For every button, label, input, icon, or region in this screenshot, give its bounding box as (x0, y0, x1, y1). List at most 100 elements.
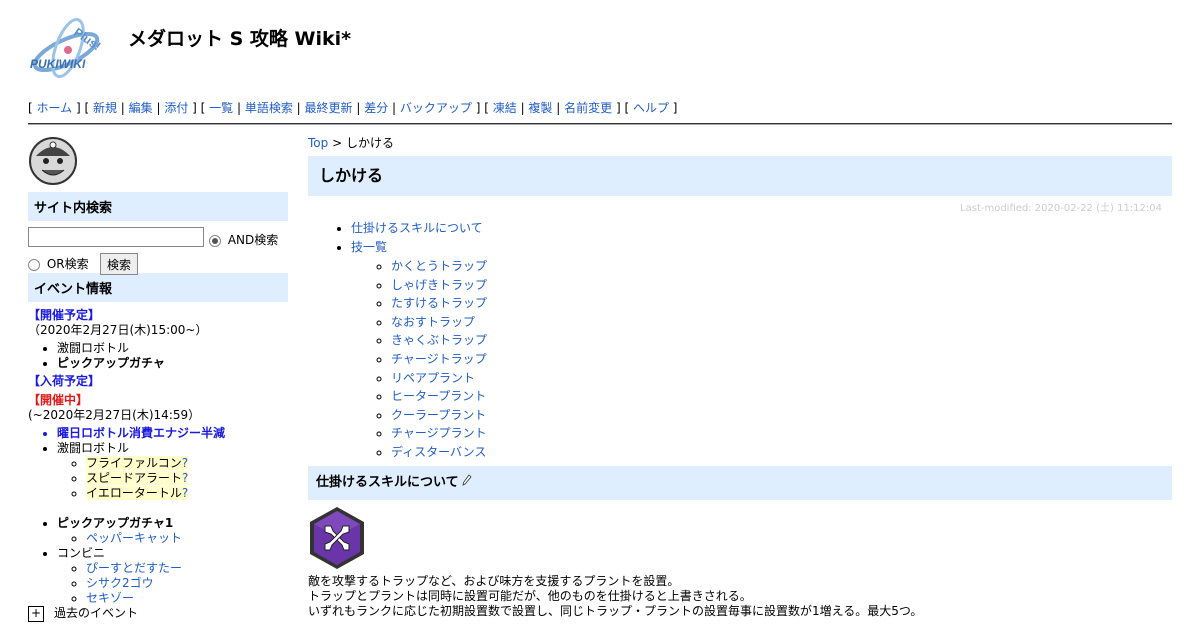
ongoing-sub-list: フライファルコン? スピードアラート? イエロータートル? (86, 456, 288, 501)
page-header: Plus! PUKIWIKI メダロット S 攻略 Wiki* (28, 12, 1172, 92)
breadcrumb: Top > しかける (308, 134, 1172, 152)
nav-link[interactable]: 単語検索 (245, 101, 293, 115)
and-search-option[interactable]: AND検索 (209, 231, 278, 248)
site-search-form: AND検索 OR検索 検索 (28, 225, 288, 275)
list-item: コンビニ ぴーすとだすたー シサク2ゴウ セキゾー (57, 546, 288, 606)
nav-link[interactable]: 添付 (164, 101, 188, 115)
list-item: 曜日ロボトル消費エナジー半減 (57, 426, 288, 441)
toc-link[interactable]: チャージトラップ (391, 352, 487, 366)
create-page-link[interactable]: ? (182, 456, 188, 470)
events-block: 【開催予定】 （2020年2月27日(木)15:00~） 激闘ロボトル ピックア… (28, 308, 288, 606)
nav-link[interactable]: 凍結 (493, 101, 517, 115)
toc-item: クーラープラント (391, 406, 1172, 425)
nav-link[interactable]: 名前変更 (564, 101, 612, 115)
breadcrumb-current: しかける (345, 136, 394, 150)
menubar: サイト内検索 AND検索 OR検索 検索 イベント情報 【開催予定】 （2020… (28, 136, 288, 622)
ongoing-date: (~2020年2月27日(木)14:59） (28, 408, 201, 422)
toc-link[interactable]: たすけるトラップ (391, 296, 487, 310)
nav-link[interactable]: ホーム (37, 101, 73, 115)
or-search-option[interactable]: OR検索 (28, 255, 89, 272)
past-events-label: 過去のイベント (54, 606, 139, 620)
breadcrumb-separator: > (328, 136, 346, 150)
search-input[interactable] (28, 227, 204, 247)
nav-link[interactable]: 最終更新 (305, 101, 353, 115)
toc-link[interactable]: チャージプラント (391, 426, 487, 440)
header-divider (28, 123, 1172, 125)
description-line: トラップとプラントは同時に設置可能だが、他のものを仕掛けると上書きされる。 (308, 588, 752, 603)
past-events[interactable]: + 過去のイベント (28, 604, 138, 622)
search-button[interactable]: 検索 (100, 253, 139, 275)
toc-item: しゃげきトラップ (391, 276, 1172, 295)
toc-item: チャージトラップ (391, 350, 1172, 369)
list-item: 激闘ロボトル フライファルコン? スピードアラート? イエロータートル? (57, 441, 288, 501)
medabot-link[interactable]: セキゾー (86, 591, 134, 605)
site-title: メダロット S 攻略 Wiki* (128, 28, 352, 50)
toc-link[interactable]: しゃげきトラップ (391, 278, 487, 292)
toc-link[interactable]: なおすトラップ (391, 315, 475, 329)
toc-item: 仕掛けるスキルについて (351, 219, 1172, 238)
toc-item: 技一覧 かくとうトラップしゃげきトラップたすけるトラップなおすトラップきゃくぶト… (351, 238, 1172, 462)
svg-text:Plus!: Plus! (71, 25, 103, 53)
list-item: ピックアップガチャ1 ペッパーキャット (57, 516, 288, 546)
section-heading: 仕掛けるスキルについて (308, 465, 1172, 500)
or-radio[interactable] (28, 258, 40, 271)
toc-item: ヒータープラント (391, 387, 1172, 406)
nav-link[interactable]: 新規 (93, 101, 117, 115)
description-line: いずれもランクに応じた初期設置数で設置し、同じトラップ・プラントの設置毎事に設置… (308, 603, 923, 618)
toc-link[interactable]: クーラープラント (391, 408, 486, 422)
nav-link[interactable]: 複製 (528, 101, 552, 115)
medabot-link[interactable]: ぴーすとだすたー (86, 561, 182, 575)
list-item-label: ピックアップガチャ1 (57, 516, 174, 530)
toc-item: たすけるトラップ (391, 294, 1172, 313)
list-item: イエロータートル? (86, 486, 288, 501)
toc-link[interactable]: 技一覧 (351, 240, 387, 254)
nav-link[interactable]: バックアップ (400, 101, 472, 115)
create-page-link[interactable]: ? (182, 471, 188, 485)
edit-pencil-icon[interactable] (462, 466, 472, 500)
table-of-contents: 仕掛けるスキルについて 技一覧 かくとうトラップしゃげきトラップたすけるトラップ… (351, 219, 1172, 462)
scheduled-date: （2020年2月27日(木)15:00~） (28, 323, 208, 337)
toc-link[interactable]: ディスターバンス (391, 445, 486, 459)
nav-link[interactable]: 編集 (129, 101, 153, 115)
nav-link[interactable]: ヘルプ (633, 101, 669, 115)
and-label: AND検索 (227, 233, 279, 247)
pukiwiki-logo[interactable]: Plus! PUKIWIKI (28, 12, 106, 88)
expand-icon[interactable]: + (28, 605, 44, 622)
list-item: フライファルコン? (86, 456, 288, 471)
arrival-heading: 【入荷予定】 (28, 374, 101, 388)
and-radio[interactable] (209, 234, 221, 247)
conv-sub-list: ぴーすとだすたー シサク2ゴウ セキゾー (86, 561, 288, 606)
svg-text:PUKIWIKI: PUKIWIKI (30, 57, 86, 71)
toc-link[interactable]: 仕掛けるスキルについて (351, 221, 483, 235)
events-heading: イベント情報 (28, 273, 288, 302)
or-label: OR検索 (46, 257, 89, 271)
create-page-link[interactable]: ? (182, 486, 188, 500)
toc-item: なおすトラップ (391, 313, 1172, 332)
nav-link[interactable]: 差分 (364, 101, 388, 115)
list-item: スピードアラート? (86, 471, 288, 486)
scheduled-heading: 【開催予定】 (28, 308, 101, 322)
list-item: 激闘ロボトル (57, 341, 288, 356)
breadcrumb-top-link[interactable]: Top (308, 136, 328, 150)
medabot-link[interactable]: シサク2ゴウ (86, 576, 154, 590)
toc-link[interactable]: リペアプラント (391, 371, 475, 385)
medabot-name: イエロータートル (86, 486, 182, 500)
medabot-name: フライファルコン (86, 456, 182, 470)
toc-item: チャージプラント (391, 424, 1172, 443)
ongoing-heading: 【開催中】 (28, 393, 89, 407)
page-title: しかける (308, 156, 1172, 196)
toc-sub-list: かくとうトラップしゃげきトラップたすけるトラップなおすトラップきゃくぶトラップチ… (391, 257, 1172, 462)
medabot-name: スピードアラート (86, 471, 183, 485)
ongoing-list: 曜日ロボトル消費エナジー半減 激闘ロボトル フライファルコン? スピードアラート… (57, 426, 288, 501)
toc-link[interactable]: かくとうトラップ (391, 259, 487, 273)
section-description: 敵を攻撃するトラップなど、および味方を支援するプラントを設置。 トラップとプラン… (308, 574, 1172, 619)
wrench-skill-icon (308, 506, 366, 570)
toc-link[interactable]: ヒータープラント (391, 389, 486, 403)
scheduled-list: 激闘ロボトル ピックアップガチャ (57, 341, 288, 371)
medabot-link[interactable]: ペッパーキャット (86, 531, 182, 545)
toc-item: ディスターバンス (391, 443, 1172, 462)
toc-link[interactable]: きゃくぶトラップ (391, 333, 487, 347)
list-item-label: コンビニ (57, 546, 106, 560)
nav-link[interactable]: 一覧 (209, 101, 233, 115)
section-heading-text: 仕掛けるスキルについて (316, 474, 459, 490)
